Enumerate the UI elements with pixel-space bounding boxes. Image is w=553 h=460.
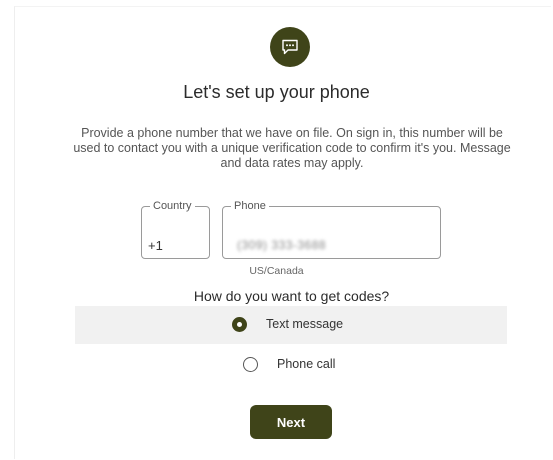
country-code-value: +1 (148, 238, 163, 253)
radio-checked-icon[interactable] (232, 317, 247, 332)
phone-number-field[interactable]: Phone (309) 333-3688 (222, 200, 441, 259)
page-title: Let's set up your phone (183, 82, 370, 102)
phone-label: Phone (234, 200, 266, 212)
option-phone-call[interactable]: Phone call (75, 345, 507, 383)
delivery-question: How do you want to get codes? (193, 288, 390, 304)
next-button[interactable]: Next (250, 405, 332, 439)
chat-message-icon (270, 27, 310, 67)
country-label: Country (153, 200, 192, 212)
country-code-field[interactable]: Country +1 (141, 200, 210, 259)
option-label: Text message (266, 317, 344, 331)
phone-number-value: (309) 333-3688 (237, 238, 327, 252)
region-hint: US/Canada (249, 265, 304, 277)
option-label: Phone call (277, 357, 336, 371)
option-text-message[interactable]: Text message (75, 306, 507, 344)
description-text: Provide a phone number that we have on f… (73, 126, 511, 170)
radio-unchecked-icon[interactable] (243, 357, 258, 372)
